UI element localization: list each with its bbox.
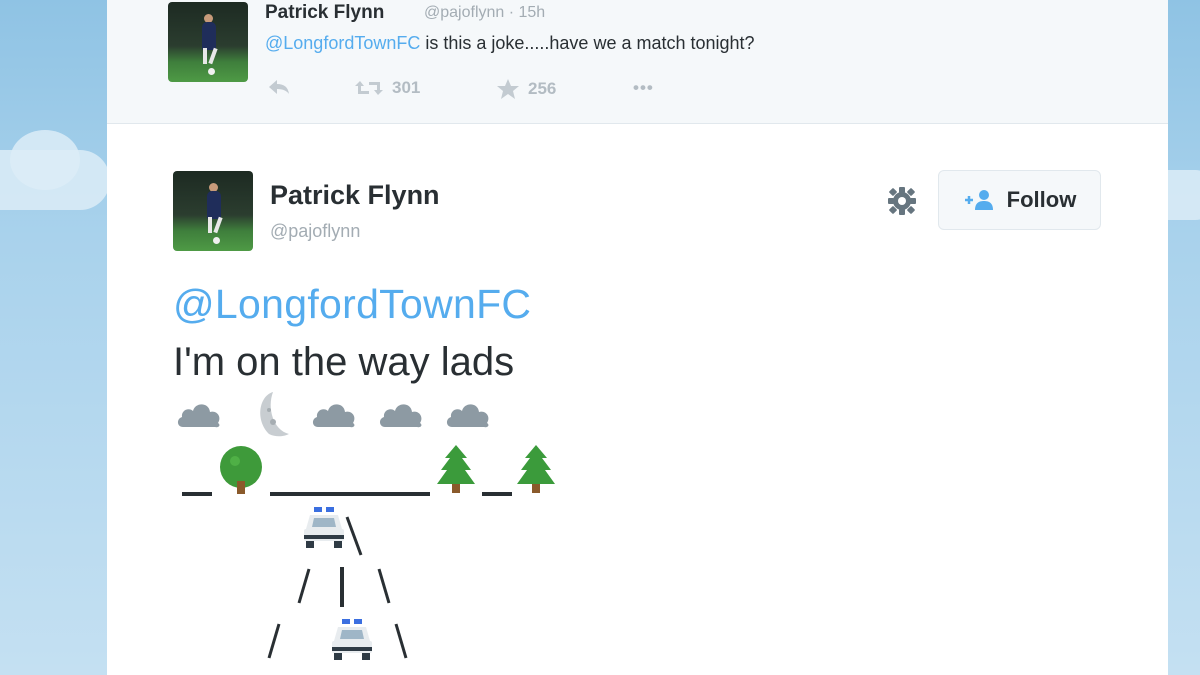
more-button[interactable]: ••• bbox=[633, 78, 654, 98]
gear-icon[interactable] bbox=[887, 186, 917, 216]
tweet-body: is this a joke.....have we a match tonig… bbox=[420, 33, 755, 53]
road-edge bbox=[345, 516, 363, 556]
road-edge bbox=[377, 568, 391, 604]
tweet-text: @LongfordTownFC is this a joke.....have … bbox=[265, 33, 755, 54]
retweet-icon bbox=[355, 81, 383, 95]
reply-icon bbox=[269, 80, 289, 94]
avatar[interactable] bbox=[168, 2, 248, 82]
follow-label: Follow bbox=[1006, 187, 1077, 212]
moon-emoji bbox=[260, 392, 289, 437]
tweet-card: Patrick Flynn @pajoflynn · 15h @Longford… bbox=[107, 0, 1168, 675]
cloud-emoji bbox=[312, 404, 355, 428]
horizon-line bbox=[270, 492, 430, 496]
author-name[interactable]: Patrick Flynn bbox=[265, 2, 384, 24]
cloud-emoji bbox=[446, 404, 489, 428]
horizon-line bbox=[482, 492, 512, 496]
add-user-icon bbox=[964, 190, 993, 210]
retweet-count: 301 bbox=[392, 78, 421, 97]
horizon-line bbox=[182, 492, 212, 496]
tree-emoji bbox=[220, 446, 262, 494]
road-center-line bbox=[340, 567, 344, 607]
road-edge bbox=[267, 623, 281, 659]
cloud-emoji bbox=[177, 404, 220, 428]
road-edge bbox=[394, 623, 408, 659]
background-cloud bbox=[10, 130, 80, 190]
road-edge bbox=[297, 568, 311, 604]
previous-tweet[interactable]: Patrick Flynn @pajoflynn · 15h @Longford… bbox=[107, 0, 1168, 124]
mention-link[interactable]: @LongfordTownFC bbox=[173, 281, 531, 328]
author-name[interactable]: Patrick Flynn bbox=[270, 180, 440, 211]
star-icon bbox=[497, 79, 519, 99]
tweet-text: I'm on the way lads bbox=[173, 340, 515, 384]
author-handle[interactable]: @pajoflynn · 15h bbox=[424, 4, 545, 22]
author-handle[interactable]: @pajoflynn bbox=[270, 221, 360, 242]
police-car-emoji bbox=[332, 619, 372, 660]
favorite-count: 256 bbox=[528, 79, 557, 98]
mention-link[interactable]: @LongfordTownFC bbox=[265, 33, 420, 53]
retweet-button[interactable]: 301 bbox=[354, 78, 420, 98]
reply-button[interactable] bbox=[267, 78, 291, 96]
evergreen-emoji bbox=[517, 445, 555, 493]
follow-button[interactable]: Follow bbox=[938, 170, 1101, 230]
evergreen-emoji bbox=[437, 445, 475, 493]
avatar[interactable] bbox=[173, 171, 253, 251]
police-car-emoji bbox=[304, 507, 344, 548]
favorite-button[interactable]: 256 bbox=[496, 78, 556, 100]
cloud-emoji bbox=[379, 404, 422, 428]
